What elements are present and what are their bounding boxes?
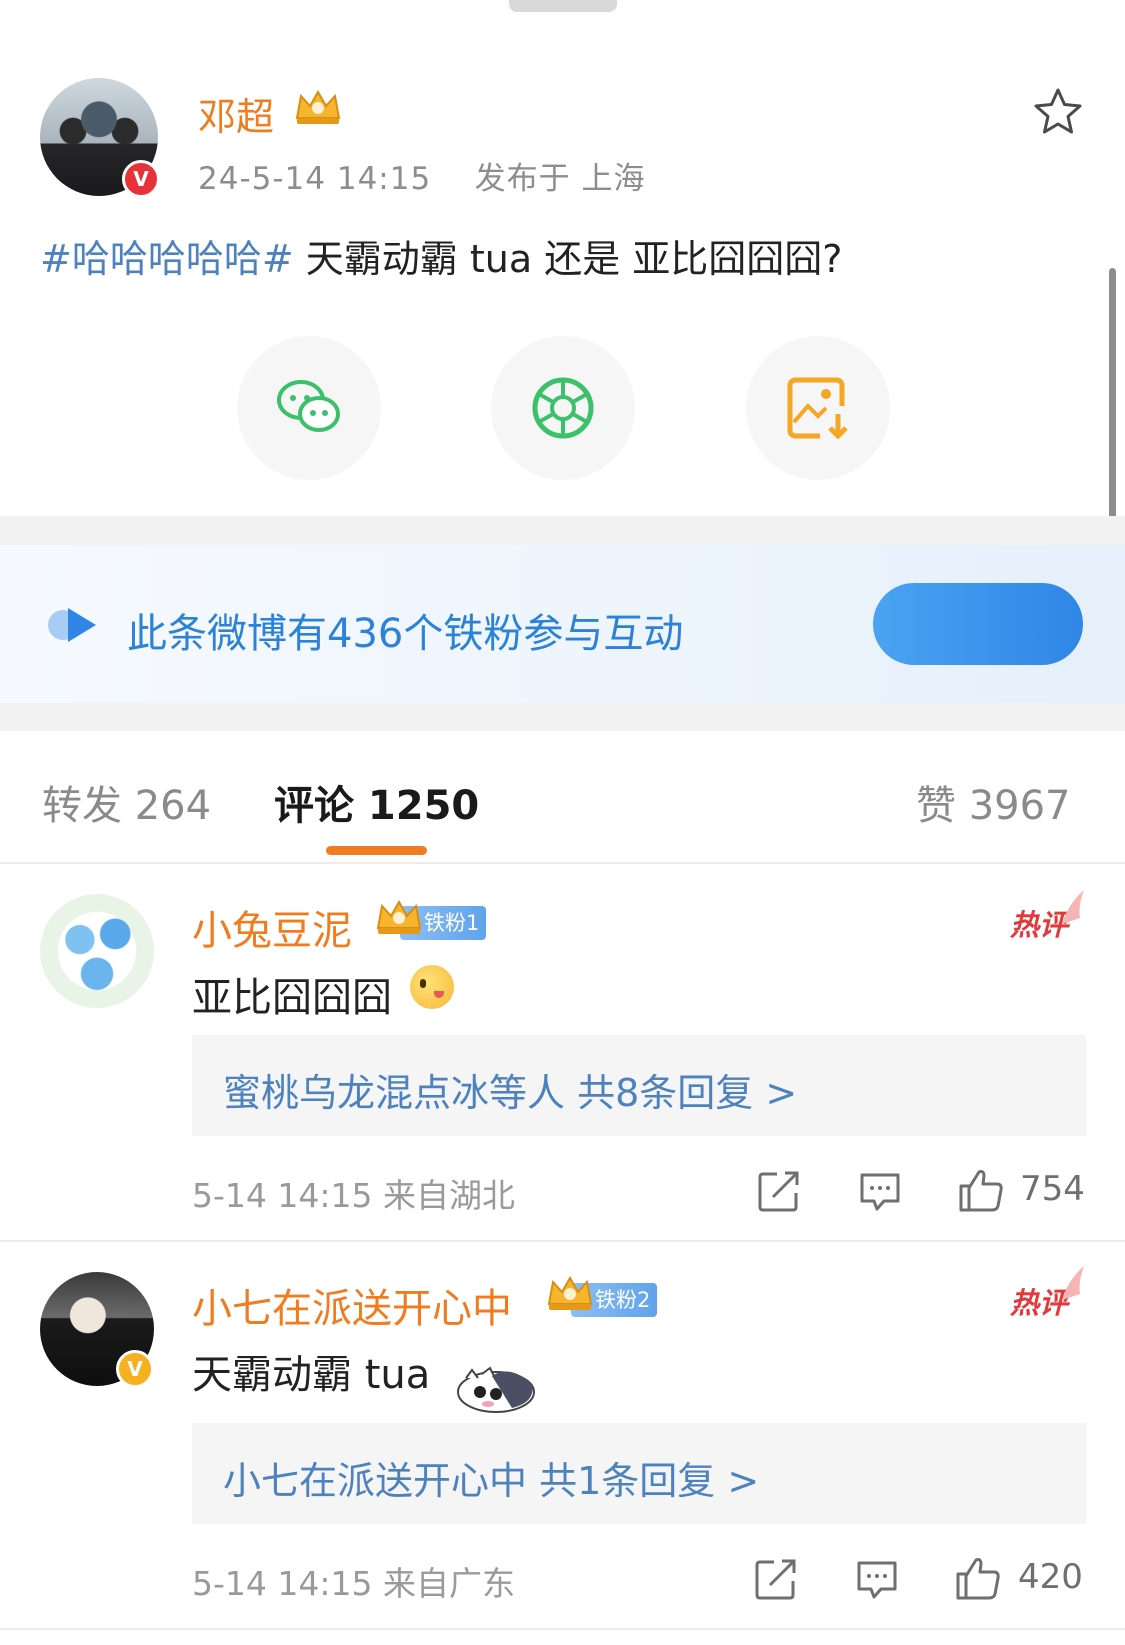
share-wechat-button[interactable] xyxy=(237,336,381,480)
moments-icon xyxy=(532,377,594,439)
verified-badge-icon: V xyxy=(116,1350,154,1388)
hot-wing-icon xyxy=(1062,1266,1084,1300)
tab-like[interactable]: 赞 3967 xyxy=(916,773,1071,831)
share-moments-button[interactable] xyxy=(491,336,635,480)
reply-summary-box[interactable]: 蜜桃乌龙混点冰等人 共8条回复 > xyxy=(192,1035,1086,1136)
tabs-divider xyxy=(0,862,1125,864)
save-image-button[interactable] xyxy=(746,336,890,480)
share-icon[interactable] xyxy=(754,1557,798,1601)
like-count: 420 xyxy=(1018,1557,1083,1597)
topic-link[interactable]: #哈哈哈哈哈# xyxy=(40,237,294,281)
crown-badge-icon xyxy=(295,89,341,124)
save-image-icon xyxy=(787,377,848,440)
reply-summary-text: 蜜桃乌龙混点冰等人 共8条回复 > xyxy=(223,1071,798,1115)
fan-crown-icon xyxy=(376,899,422,934)
sheet-grabber[interactable] xyxy=(509,0,617,12)
section-gap xyxy=(0,703,1125,731)
comment-meta: 5-14 14:15 来自广东 xyxy=(192,1564,515,1603)
favorite-star-icon[interactable] xyxy=(1032,86,1084,138)
comment-icon[interactable] xyxy=(855,1558,899,1602)
fans-banner-icon xyxy=(48,608,96,642)
comment-meta: 5-14 14:15 来自湖北 xyxy=(192,1176,515,1215)
fans-banner-text: 此条微博有436个铁粉参与互动 xyxy=(127,611,684,657)
comment-avatar[interactable]: V xyxy=(40,1272,154,1388)
like-thumb-icon[interactable] xyxy=(957,1166,1005,1214)
comment-text: 亚比囧囧囧 xyxy=(192,975,392,1021)
verified-badge-icon: V xyxy=(122,160,160,198)
comment-icon[interactable] xyxy=(858,1170,902,1214)
wechat-icon xyxy=(277,380,340,432)
comment-divider xyxy=(0,1240,1125,1242)
post-text: 天霸动霸 tua 还是 亚比囧囧囧? xyxy=(293,237,843,281)
hot-wing-icon xyxy=(1062,890,1084,924)
post-location: 发布于 上海 xyxy=(474,161,646,197)
comment-divider xyxy=(0,1628,1125,1630)
post-timestamp: 24-5-14 14:15 xyxy=(198,161,432,197)
fans-banner-button[interactable] xyxy=(873,583,1083,665)
like-thumb-icon[interactable] xyxy=(954,1554,1002,1602)
tongue-out-emoji-icon xyxy=(410,965,454,1009)
post-author-avatar[interactable]: V xyxy=(40,78,160,198)
comment-text: 天霸动霸 tua xyxy=(192,1352,431,1398)
reply-summary-text: 小七在派送开心中 共1条回复 > xyxy=(223,1459,760,1503)
cat-sticker-icon xyxy=(457,1366,535,1413)
comment-author[interactable]: 小七在派送开心中 xyxy=(192,1276,512,1334)
post-author-name[interactable]: 邓超 xyxy=(198,86,274,141)
like-count: 754 xyxy=(1020,1169,1085,1209)
post-body: #哈哈哈哈哈# 天霸动霸 tua 还是 亚比囧囧囧? xyxy=(40,228,842,283)
reply-summary-box[interactable]: 小七在派送开心中 共1条回复 > xyxy=(192,1423,1086,1524)
comment-author[interactable]: 小兔豆泥 xyxy=(192,898,352,956)
tab-repost[interactable]: 转发 264 xyxy=(42,773,211,831)
comment-avatar[interactable] xyxy=(40,894,154,1008)
post-meta: 24-5-14 14:15 发布于 上海 xyxy=(198,153,645,198)
tab-active-indicator xyxy=(326,846,427,855)
fan-crown-icon xyxy=(547,1275,593,1310)
tab-comment[interactable]: 评论 1250 xyxy=(274,773,479,831)
section-gap xyxy=(0,516,1125,546)
share-icon[interactable] xyxy=(757,1169,801,1213)
